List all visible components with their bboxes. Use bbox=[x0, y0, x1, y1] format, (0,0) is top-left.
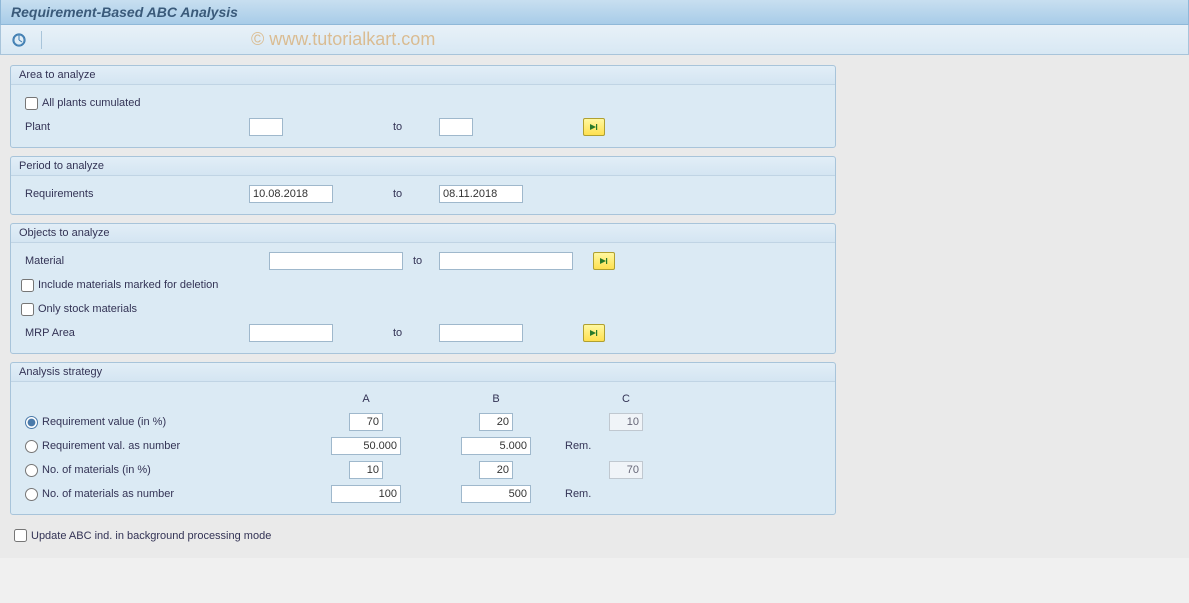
checkbox-update-abc-bg-label: Update ABC ind. in background processing… bbox=[31, 530, 271, 542]
nomatnum-b[interactable] bbox=[461, 485, 531, 503]
content-area: Area to analyze All plants cumulated Pla… bbox=[0, 55, 1189, 558]
radio-req-val-pct[interactable]: Requirement value (in %) bbox=[25, 416, 166, 429]
group-title-period: Period to analyze bbox=[11, 157, 835, 176]
radio-req-val-num-input[interactable] bbox=[25, 440, 38, 453]
mrp-multiselect-button[interactable] bbox=[583, 324, 605, 342]
checkbox-all-plants-input[interactable] bbox=[25, 97, 38, 110]
radio-nomat-num-label: No. of materials as number bbox=[42, 488, 174, 500]
plant-to-input[interactable] bbox=[439, 118, 473, 136]
checkbox-update-abc-bg-input[interactable] bbox=[14, 529, 27, 542]
groupbox-period: Period to analyze Requirements to bbox=[10, 156, 836, 215]
reqvalpct-a[interactable] bbox=[349, 413, 383, 431]
plant-from-input[interactable] bbox=[249, 118, 283, 136]
nomatpct-b[interactable] bbox=[479, 461, 513, 479]
plant-multiselect-button[interactable] bbox=[583, 118, 605, 136]
nomatnum-c: Rem. bbox=[561, 488, 591, 500]
plant-label: Plant bbox=[21, 121, 249, 133]
watermark: © www.tutorialkart.com bbox=[251, 29, 435, 50]
groupbox-strategy: Analysis strategy A B C Requirement valu… bbox=[10, 362, 836, 515]
page-title-bar: Requirement-Based ABC Analysis bbox=[0, 0, 1189, 25]
material-to-input[interactable] bbox=[439, 252, 573, 270]
groupbox-area: Area to analyze All plants cumulated Pla… bbox=[10, 65, 836, 148]
radio-req-val-pct-label: Requirement value (in %) bbox=[42, 416, 166, 428]
strategy-col-a: A bbox=[301, 393, 431, 405]
page-title: Requirement-Based ABC Analysis bbox=[11, 4, 238, 20]
checkbox-only-stock-input[interactable] bbox=[21, 303, 34, 316]
radio-req-val-num[interactable]: Requirement val. as number bbox=[25, 440, 180, 453]
checkbox-only-stock[interactable]: Only stock materials bbox=[21, 303, 137, 316]
checkbox-only-stock-label: Only stock materials bbox=[38, 303, 137, 315]
reqvalnum-a[interactable] bbox=[331, 437, 401, 455]
nomatpct-a[interactable] bbox=[349, 461, 383, 479]
radio-nomat-pct-input[interactable] bbox=[25, 464, 38, 477]
mrp-area-label: MRP Area bbox=[21, 327, 249, 339]
reqvalnum-b[interactable] bbox=[461, 437, 531, 455]
strategy-col-c: C bbox=[561, 393, 691, 405]
checkbox-all-plants[interactable]: All plants cumulated bbox=[25, 97, 249, 110]
checkbox-include-deletion[interactable]: Include materials marked for deletion bbox=[21, 279, 218, 292]
checkbox-all-plants-label: All plants cumulated bbox=[42, 97, 140, 109]
reqvalnum-c: Rem. bbox=[561, 440, 591, 452]
checkbox-update-abc-bg[interactable]: Update ABC ind. in background processing… bbox=[14, 529, 1175, 542]
material-to-label: to bbox=[413, 255, 439, 267]
radio-req-val-num-label: Requirement val. as number bbox=[42, 440, 180, 452]
radio-nomat-num-input[interactable] bbox=[25, 488, 38, 501]
group-title-objects: Objects to analyze bbox=[11, 224, 835, 243]
requirements-from-input[interactable] bbox=[249, 185, 333, 203]
toolbar: © www.tutorialkart.com bbox=[0, 25, 1189, 55]
groupbox-objects: Objects to analyze Material to Include m… bbox=[10, 223, 836, 354]
reqvalpct-c: 10 bbox=[609, 413, 643, 431]
nomatpct-c: 70 bbox=[609, 461, 643, 479]
mrp-to-label: to bbox=[393, 327, 439, 339]
radio-nomat-pct[interactable]: No. of materials (in %) bbox=[25, 464, 151, 477]
checkbox-include-deletion-label: Include materials marked for deletion bbox=[38, 279, 218, 291]
requirements-to-input[interactable] bbox=[439, 185, 523, 203]
group-title-area: Area to analyze bbox=[11, 66, 835, 85]
requirements-label: Requirements bbox=[21, 188, 249, 200]
execute-icon[interactable] bbox=[11, 32, 27, 48]
radio-nomat-pct-label: No. of materials (in %) bbox=[42, 464, 151, 476]
material-label: Material bbox=[21, 255, 269, 267]
toolbar-divider bbox=[41, 31, 42, 49]
material-multiselect-button[interactable] bbox=[593, 252, 615, 270]
requirements-to-label: to bbox=[393, 188, 439, 200]
group-title-strategy: Analysis strategy bbox=[11, 363, 835, 382]
plant-to-label: to bbox=[393, 121, 439, 133]
mrp-to-input[interactable] bbox=[439, 324, 523, 342]
checkbox-include-deletion-input[interactable] bbox=[21, 279, 34, 292]
radio-nomat-num[interactable]: No. of materials as number bbox=[25, 488, 174, 501]
material-from-input[interactable] bbox=[269, 252, 403, 270]
mrp-from-input[interactable] bbox=[249, 324, 333, 342]
nomatnum-a[interactable] bbox=[331, 485, 401, 503]
radio-req-val-pct-input[interactable] bbox=[25, 416, 38, 429]
reqvalpct-b[interactable] bbox=[479, 413, 513, 431]
strategy-col-b: B bbox=[431, 393, 561, 405]
